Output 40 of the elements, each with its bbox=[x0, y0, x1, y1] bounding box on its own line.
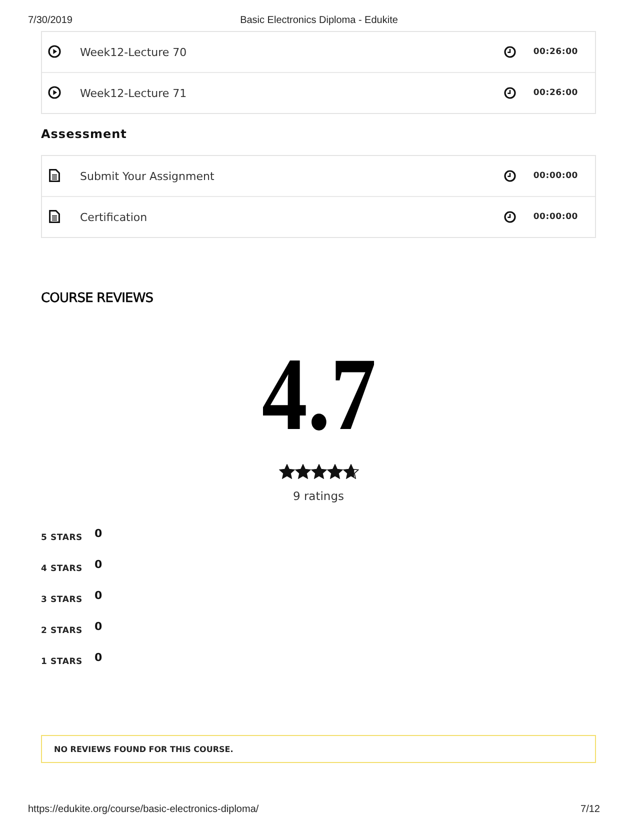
duration-text: 00:00:00 bbox=[533, 171, 578, 181]
average-rating: 4.7 bbox=[260, 345, 377, 445]
duration-text: 00:26:00 bbox=[533, 88, 578, 98]
duration-text: 00:26:00 bbox=[533, 47, 578, 57]
star-level-label: 1 STARS bbox=[41, 657, 82, 667]
star-level-label: 3 STARS bbox=[41, 595, 82, 605]
clock-icon bbox=[504, 211, 516, 223]
lesson-title[interactable]: Week12-Lecture 71 bbox=[80, 86, 504, 100]
rating-count: 0 bbox=[94, 651, 102, 664]
no-reviews-notice: NO REVIEWS FOUND FOR THIS COURSE. bbox=[41, 735, 596, 763]
duration-text: 00:00:00 bbox=[533, 212, 578, 222]
document-icon bbox=[48, 168, 60, 182]
rating-count: 0 bbox=[94, 620, 102, 633]
ratings-count: 9 ratings bbox=[292, 489, 344, 503]
reviews-heading: COURSE REVIEWS bbox=[41, 290, 154, 308]
rating-count: 0 bbox=[94, 589, 102, 602]
star-icon bbox=[310, 464, 326, 479]
page-number: 7/12 bbox=[580, 804, 600, 814]
star-icon bbox=[278, 464, 294, 479]
print-date: 7/30/2019 bbox=[28, 14, 72, 26]
print-url: https://edukite.org/course/basic-electronics-diploma/ bbox=[28, 804, 259, 814]
star-icon bbox=[294, 464, 310, 479]
section-heading: Assessment bbox=[41, 126, 127, 143]
clock-icon bbox=[504, 170, 516, 182]
rating-count: 0 bbox=[94, 527, 102, 540]
document-icon bbox=[48, 210, 60, 222]
star-icon bbox=[342, 464, 358, 479]
star-level-label: 5 STARS bbox=[41, 533, 82, 543]
lesson-title[interactable]: Week12-Lecture 70 bbox=[80, 46, 504, 58]
lesson-title[interactable]: Submit Your Assignment bbox=[80, 170, 504, 182]
lesson-title[interactable]: Certification bbox=[80, 210, 504, 224]
clock-icon bbox=[504, 46, 516, 58]
clock-icon bbox=[504, 87, 516, 99]
rating-count: 0 bbox=[94, 558, 102, 571]
star-icon bbox=[326, 464, 342, 479]
play-circle-icon bbox=[48, 44, 60, 58]
print-title: Basic Electronics Diploma - Edukite bbox=[240, 14, 398, 26]
star-level-label: 4 STARS bbox=[41, 564, 82, 574]
star-level-label: 2 STARS bbox=[41, 626, 82, 636]
play-circle-icon bbox=[48, 86, 60, 98]
